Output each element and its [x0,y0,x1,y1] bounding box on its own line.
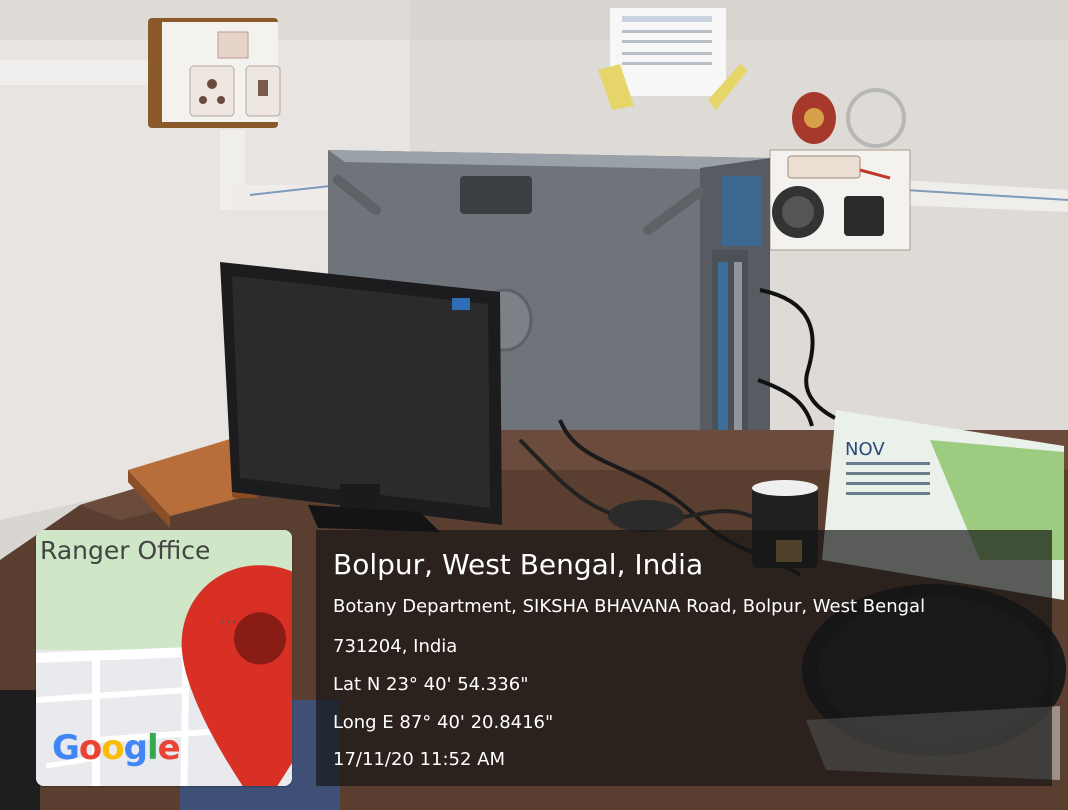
datetime: 17/11/20 11:52 AM [333,749,506,770]
map-thumbnail: Ranger Office ... Google [36,530,292,786]
address-line-1: Botany Department, SIKSHA BHAVANA Road, … [333,596,926,617]
latitude: Lat N 23° 40' 54.336" [333,674,529,695]
address-line-2: 731204, India [333,636,458,657]
map-more-dots: ... [220,608,239,627]
longitude: Long E 87° 40' 20.8416" [333,712,554,733]
location-info-overlay: Bolpur, West Bengal, India Botany Depart… [316,530,1052,786]
location-title: Bolpur, West Bengal, India [333,548,704,581]
google-logo: Google [52,728,181,768]
calendar-month-label: NOV [845,439,885,460]
red-location-pin-icon [132,560,292,786]
